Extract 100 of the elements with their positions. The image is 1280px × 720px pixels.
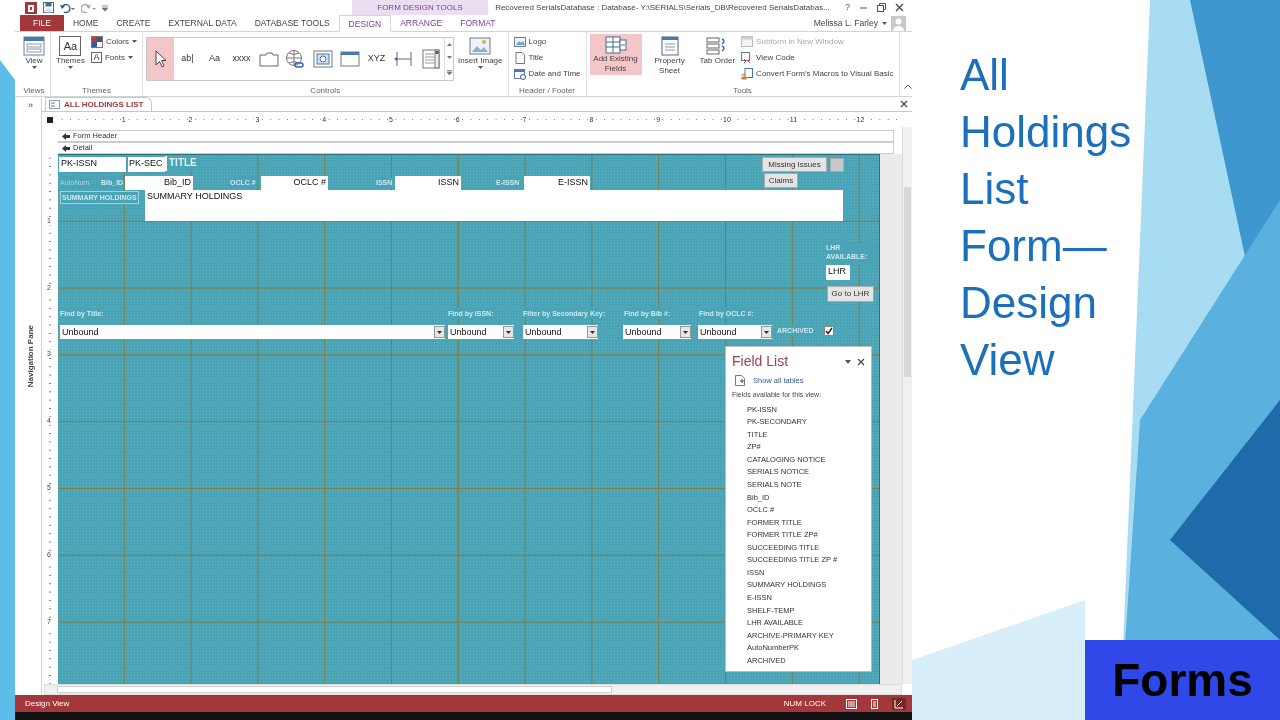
design-view-icon[interactable] — [892, 697, 906, 710]
ribbon-button[interactable]: A Fonts — [88, 50, 140, 65]
picture-icon — [469, 36, 492, 56]
ribbon-button[interactable]: View — [21, 34, 47, 71]
pointer-icon — [152, 50, 169, 68]
num-lock-indicator: NUM LOCK — [783, 697, 826, 710]
ribbon-tab[interactable]: DESIGN — [338, 15, 392, 32]
page-icon — [513, 51, 526, 64]
close-icon[interactable] — [857, 357, 865, 366]
expand-button[interactable]: » — [28, 97, 33, 115]
ribbon-button[interactable]: Tab Order — [697, 34, 738, 68]
close-icon[interactable] — [900, 100, 908, 108]
text-box[interactable]: LHR — [826, 265, 850, 280]
text-box[interactable]: SUMMARY HOLDINGS — [145, 190, 843, 221]
undo-icon[interactable] — [60, 2, 75, 13]
form-view-icon[interactable] — [846, 698, 857, 709]
ribbon-button[interactable]: Insert Image — [456, 34, 505, 71]
slide-title: All Holdings List Form— Design View — [960, 49, 1133, 386]
control-tool[interactable]: xxxx — [228, 38, 256, 80]
list-box-icon — [421, 49, 440, 69]
group-label: Views — [22, 85, 46, 96]
document-tab[interactable]: ALL HOLDINGS LIST — [45, 97, 153, 111]
ribbon-button[interactable]: Convert Form's Macros to Visual Basic — [739, 66, 896, 81]
ruler-corner[interactable] — [47, 116, 53, 123]
ribbon-tab[interactable]: FILE — [20, 15, 64, 31]
dropdown-icon[interactable] — [503, 326, 514, 338]
table-icon — [604, 36, 627, 54]
text-box[interactable]: PK-ISSN — [59, 157, 126, 172]
gallery-scroll[interactable] — [444, 38, 454, 80]
text-box[interactable]: OCLC # — [261, 176, 328, 190]
form-button[interactable]: Go to LHR — [827, 286, 874, 302]
form-button[interactable]: Missing Issues — [762, 157, 827, 172]
ribbon-button[interactable]: Aa Themes — [54, 34, 87, 71]
window-title: Recovered SerialsDatabase : Database- Y:\SERIALS\Serials_DB\Recovered SerialsDatabas... — [494, 1, 831, 14]
horizontal-scrollbar[interactable] — [44, 684, 902, 695]
group-label: Header / Footer — [518, 85, 577, 96]
checkbox[interactable] — [824, 326, 834, 336]
combo-box[interactable]: Unbound — [698, 325, 772, 339]
customize-icon[interactable] — [102, 4, 108, 11]
form-icon — [23, 36, 45, 56]
combo-box[interactable]: Unbound — [623, 325, 691, 339]
group-label: Tools — [732, 85, 753, 96]
font-icon: A — [90, 52, 102, 63]
ribbon-button[interactable]: View Code — [739, 50, 896, 65]
combo-box[interactable]: Unbound — [448, 325, 514, 339]
scroll-up-icon[interactable] — [446, 43, 452, 47]
ribbon-button[interactable]: Title — [511, 50, 583, 65]
more-icon[interactable] — [446, 69, 452, 75]
pane-title: Navigation Pane — [24, 324, 36, 387]
dropdown-icon[interactable] — [680, 326, 691, 338]
combo-box[interactable]: Unbound — [523, 325, 598, 339]
browser-icon — [312, 50, 333, 68]
form-button[interactable]: Claims — [764, 173, 798, 188]
control-tool[interactable] — [147, 38, 175, 80]
close-icon[interactable] — [895, 3, 904, 12]
dropdown-icon[interactable] — [761, 326, 772, 338]
form-icon — [49, 100, 60, 109]
dropdown-icon[interactable] — [434, 326, 445, 338]
ribbon-tab[interactable]: CREATE — [107, 15, 160, 31]
restore-icon[interactable] — [877, 3, 886, 12]
dropdown-icon[interactable] — [587, 326, 598, 338]
theme-icon: Aa — [59, 36, 82, 56]
ribbon-tab[interactable]: EXTERNAL DATA — [159, 15, 246, 31]
control-tool[interactable]: ab| — [174, 38, 202, 80]
window-icon — [741, 35, 754, 48]
control-tool[interactable]: XYZ — [363, 38, 391, 80]
ribbon-button[interactable]: Date and Time — [511, 66, 583, 81]
scroll-down-icon[interactable] — [446, 56, 452, 60]
user-name[interactable]: Melissa L. Farley — [813, 16, 878, 30]
ribbon-tab[interactable]: FORMAT — [451, 15, 505, 31]
window-icon — [339, 51, 360, 67]
sheet-icon — [660, 36, 679, 56]
ribbon-button[interactable]: Property Sheet — [643, 34, 696, 77]
collapse-icon[interactable] — [904, 84, 912, 89]
text-box[interactable]: ISSN — [395, 176, 461, 190]
text-box[interactable]: Bib_ID — [125, 176, 193, 190]
dropdown-icon[interactable] — [845, 359, 851, 364]
combo-box[interactable]: Unbound — [60, 325, 445, 339]
ribbon-tab[interactable]: ARRANGE — [391, 15, 452, 31]
ribbon-tab[interactable]: DATABASE TOOLS — [245, 15, 339, 31]
ribbon-button[interactable]: Logo — [511, 34, 583, 49]
check-icon — [825, 327, 833, 335]
convert-icon — [741, 67, 754, 80]
context-tab-group: FORM DESIGN TOOLS — [352, 0, 488, 15]
vertical-scrollbar[interactable] — [902, 127, 912, 684]
table-icon — [735, 375, 745, 387]
ribbon-button[interactable]: Add Existing Fields — [589, 34, 642, 75]
picture-icon — [513, 35, 526, 48]
text-box[interactable]: E-ISSN — [524, 176, 590, 190]
control-tool[interactable]: Aa — [201, 38, 229, 80]
help-button[interactable]: ? — [845, 0, 850, 15]
text-box[interactable]: PK-SEC — [128, 157, 165, 172]
group-label: Themes — [81, 85, 112, 96]
ribbon-tab[interactable]: HOME — [63, 15, 108, 31]
save-icon[interactable] — [43, 2, 54, 13]
status-text: Design View — [25, 697, 70, 710]
ribbon-button[interactable]: Colors — [88, 34, 140, 49]
caret-icon — [882, 21, 887, 25]
section-label: Forms — [1085, 640, 1280, 720]
layout-view-icon[interactable] — [869, 698, 880, 709]
